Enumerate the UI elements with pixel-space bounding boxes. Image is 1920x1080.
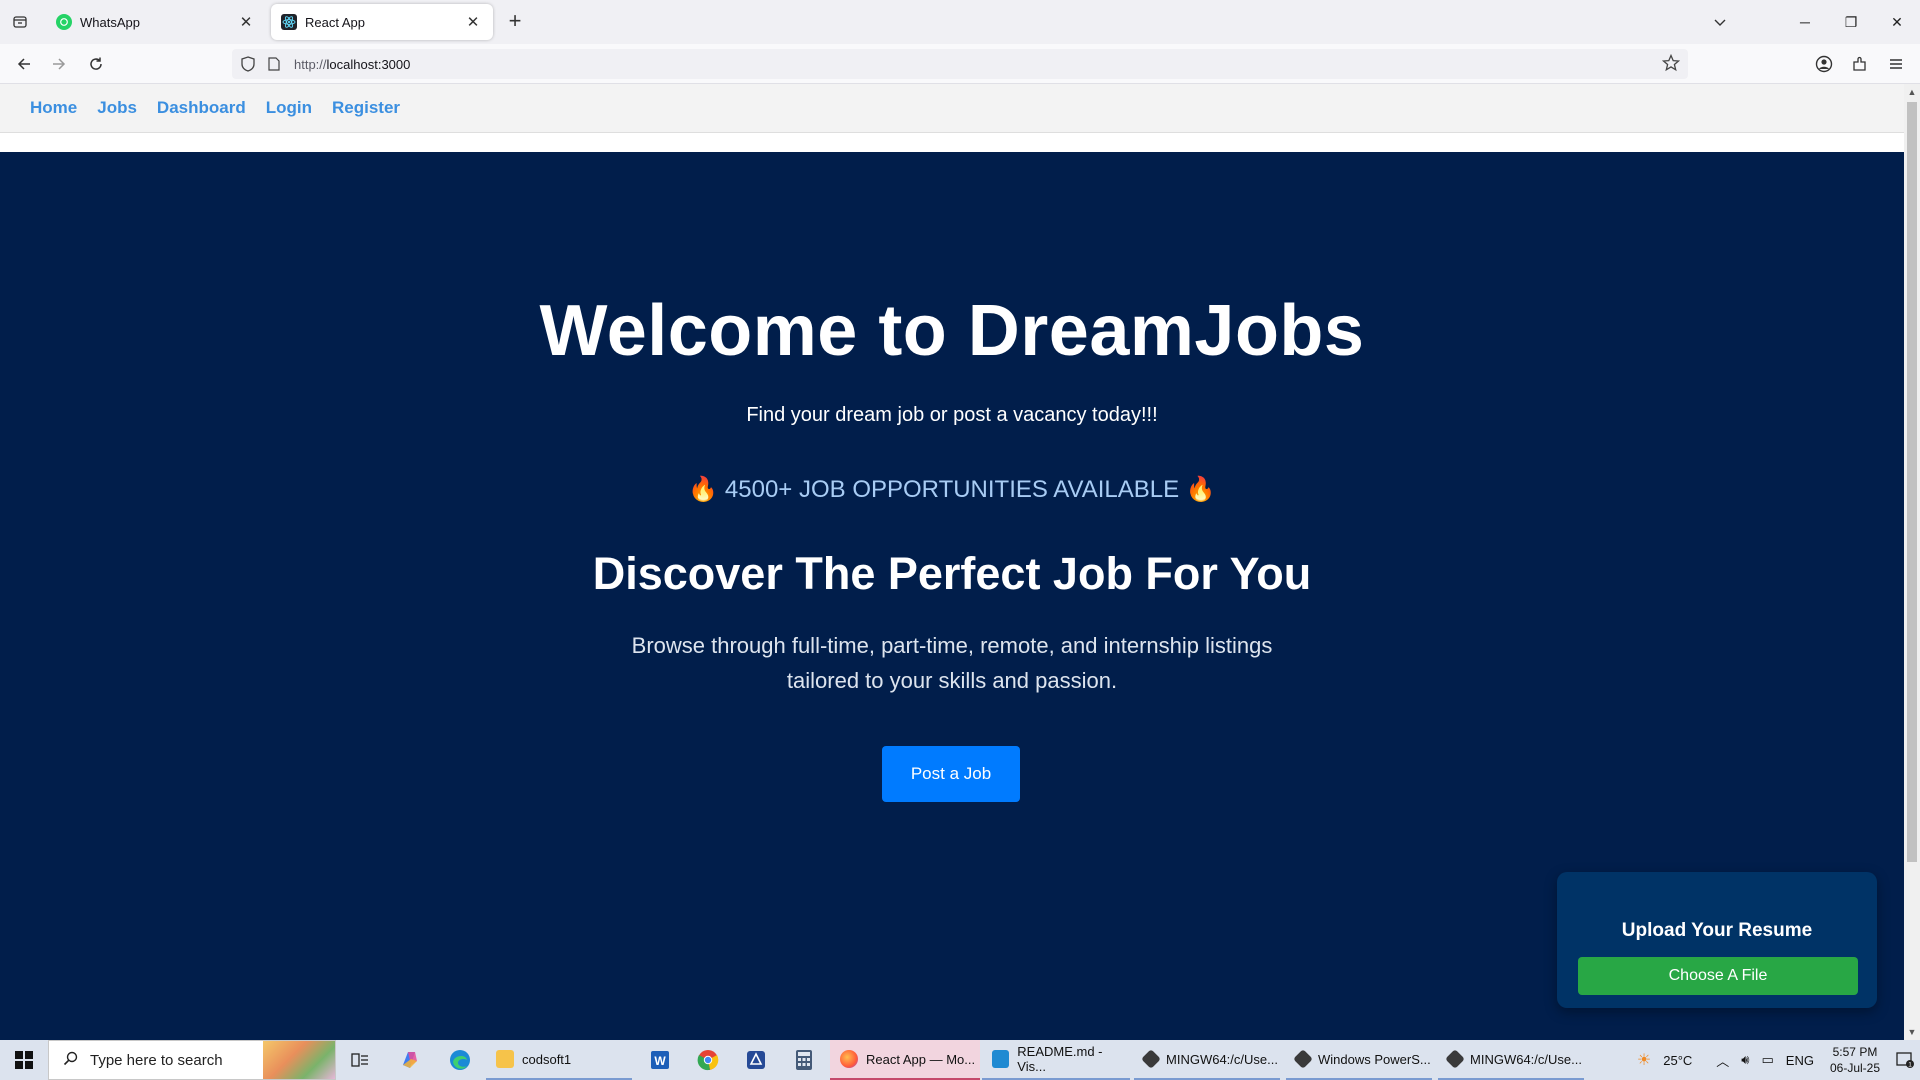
svg-text:1: 1 bbox=[1908, 1062, 1912, 1069]
reload-icon[interactable] bbox=[82, 50, 110, 78]
taskbar-app-label: Windows PowerS... bbox=[1318, 1051, 1431, 1067]
close-window-icon[interactable]: ✕ bbox=[1874, 0, 1920, 44]
taskbar-search-box[interactable]: Type here to search bbox=[48, 1040, 336, 1080]
hero-title: Welcome to DreamJobs bbox=[539, 291, 1365, 371]
windows-start-icon[interactable] bbox=[0, 1040, 48, 1080]
taskbar-app-label: MINGW64:/c/Use... bbox=[1470, 1051, 1582, 1067]
menu-icon[interactable] bbox=[1882, 50, 1910, 78]
chrome-icon[interactable] bbox=[688, 1044, 728, 1076]
azure-data-studio-icon[interactable] bbox=[736, 1044, 776, 1076]
tab-react-app[interactable]: React App ✕ bbox=[271, 4, 493, 40]
post-job-button[interactable]: Post a Job bbox=[882, 746, 1020, 802]
nav-link-jobs[interactable]: Jobs bbox=[97, 98, 137, 118]
nav-link-home[interactable]: Home bbox=[30, 98, 77, 118]
calculator-icon[interactable] bbox=[784, 1044, 824, 1076]
weather-icon[interactable]: ☀ bbox=[1637, 1050, 1651, 1070]
tab-list-icon[interactable] bbox=[0, 0, 40, 44]
browser-tab-strip: WhatsApp ✕ React App ✕ + ─ ❐ ✕ bbox=[0, 0, 1920, 44]
address-bar[interactable]: http://localhost:3000 bbox=[232, 49, 1688, 79]
svg-text:W: W bbox=[654, 1054, 666, 1068]
git-icon bbox=[1141, 1049, 1161, 1069]
taskbar-app-firefox[interactable]: React App — Mo... bbox=[830, 1040, 980, 1080]
chevron-down-icon[interactable] bbox=[1708, 10, 1732, 34]
taskbar-app-git-bash-2[interactable]: MINGW64:/c/Use... bbox=[1438, 1040, 1584, 1080]
clock-date: 06-Jul-25 bbox=[1829, 1061, 1880, 1075]
scroll-up-icon[interactable]: ▲ bbox=[1904, 84, 1920, 100]
taskbar-app-powershell[interactable]: Windows PowerS... bbox=[1286, 1040, 1432, 1080]
new-tab-icon[interactable]: + bbox=[503, 10, 527, 34]
search-icon bbox=[63, 1051, 78, 1070]
window-controls: ─ ❐ ✕ bbox=[1782, 0, 1920, 44]
windows-taskbar: Type here to search codsoft1 W React App… bbox=[0, 1040, 1920, 1080]
powershell-icon bbox=[1293, 1049, 1313, 1069]
account-icon[interactable] bbox=[1810, 50, 1838, 78]
edge-icon[interactable] bbox=[440, 1044, 480, 1076]
chevron-up-icon[interactable]: ︿ bbox=[1716, 1051, 1729, 1070]
page-scrollbar[interactable]: ▲ ▼ bbox=[1904, 84, 1920, 1040]
folder-icon bbox=[496, 1050, 514, 1068]
nav-link-login[interactable]: Login bbox=[266, 98, 312, 118]
url-host: localhost:3000 bbox=[326, 56, 411, 72]
clock-time: 5:57 PM bbox=[1832, 1045, 1878, 1059]
taskbar-app-label: MINGW64:/c/Use... bbox=[1166, 1051, 1278, 1067]
taskbar-app-label: React App — Mo... bbox=[866, 1051, 976, 1067]
tab-title: WhatsApp bbox=[80, 14, 140, 30]
site-navbar: Home Jobs Dashboard Login Register bbox=[0, 84, 1904, 133]
resume-upload-card: Upload Your Resume Choose A File bbox=[1557, 872, 1877, 1008]
nav-link-register[interactable]: Register bbox=[332, 98, 400, 118]
close-tab-icon[interactable]: ✕ bbox=[463, 12, 483, 32]
tab-whatsapp[interactable]: WhatsApp ✕ bbox=[46, 4, 266, 40]
vscode-icon bbox=[992, 1050, 1010, 1068]
choose-file-button[interactable]: Choose A File bbox=[1578, 957, 1858, 995]
opportunities-banner: 🔥 4500+ JOB OPPORTUNITIES AVAILABLE 🔥 bbox=[688, 476, 1216, 503]
copilot-icon[interactable] bbox=[390, 1044, 430, 1076]
volume-icon[interactable]: 🔊︎ bbox=[1741, 1052, 1749, 1068]
nav-link-dashboard[interactable]: Dashboard bbox=[157, 98, 246, 118]
word-icon[interactable]: W bbox=[640, 1044, 680, 1076]
network-icon[interactable]: ▭ bbox=[1762, 1052, 1774, 1068]
extensions-icon[interactable] bbox=[1846, 50, 1874, 78]
system-tray: ☀ 25°C ︿ 🔊︎ ▭ ENG 5:57 PM 06-Jul-25 1 bbox=[1631, 1040, 1920, 1080]
search-highlight-image bbox=[263, 1041, 335, 1079]
taskbar-app-label: codsoft1 bbox=[522, 1051, 572, 1067]
url-scheme: http:// bbox=[294, 56, 327, 72]
git-icon bbox=[1445, 1049, 1465, 1069]
browser-toolbar: http://localhost:3000 bbox=[0, 44, 1920, 84]
taskbar-app-codsoft1[interactable]: codsoft1 bbox=[486, 1040, 632, 1080]
restore-icon[interactable]: ❐ bbox=[1828, 0, 1874, 44]
url-text: http://localhost:3000 bbox=[294, 57, 410, 72]
task-view-icon[interactable] bbox=[340, 1044, 380, 1076]
hero-subtitle: Find your dream job or post a vacancy to… bbox=[746, 404, 1158, 426]
language-indicator[interactable]: ENG bbox=[1786, 1053, 1814, 1068]
scrollbar-thumb[interactable] bbox=[1907, 102, 1917, 862]
clock[interactable]: 5:57 PM 06-Jul-25 bbox=[1830, 1044, 1880, 1076]
bookmark-star-icon[interactable] bbox=[1661, 53, 1681, 77]
scroll-down-icon[interactable]: ▼ bbox=[1904, 1024, 1920, 1040]
weather-temp[interactable]: 25°C bbox=[1663, 1053, 1692, 1068]
close-tab-icon[interactable]: ✕ bbox=[236, 12, 256, 32]
page-icon[interactable] bbox=[264, 54, 284, 74]
tab-title: React App bbox=[305, 14, 365, 30]
taskbar-app-vscode[interactable]: README.md - Vis... bbox=[982, 1040, 1130, 1080]
back-icon[interactable] bbox=[10, 50, 38, 78]
minimize-icon[interactable]: ─ bbox=[1782, 0, 1828, 44]
taskbar-app-git-bash-1[interactable]: MINGW64:/c/Use... bbox=[1134, 1040, 1280, 1080]
firefox-icon bbox=[840, 1050, 858, 1068]
taskbar-app-label: README.md - Vis... bbox=[1017, 1044, 1103, 1074]
notification-icon[interactable]: 1 bbox=[1890, 1040, 1920, 1080]
whatsapp-icon bbox=[56, 14, 72, 30]
resume-title: Upload Your Resume bbox=[1621, 920, 1813, 941]
headline: Discover The Perfect Job For You bbox=[592, 548, 1312, 599]
page-viewport: Home Jobs Dashboard Login Register Welco… bbox=[0, 84, 1904, 1040]
hero-description: Browse through full-time, part-time, rem… bbox=[631, 633, 1273, 693]
search-placeholder: Type here to search bbox=[90, 1051, 223, 1069]
shield-icon[interactable] bbox=[238, 54, 258, 74]
forward-icon[interactable] bbox=[45, 50, 73, 78]
react-icon bbox=[281, 14, 297, 30]
